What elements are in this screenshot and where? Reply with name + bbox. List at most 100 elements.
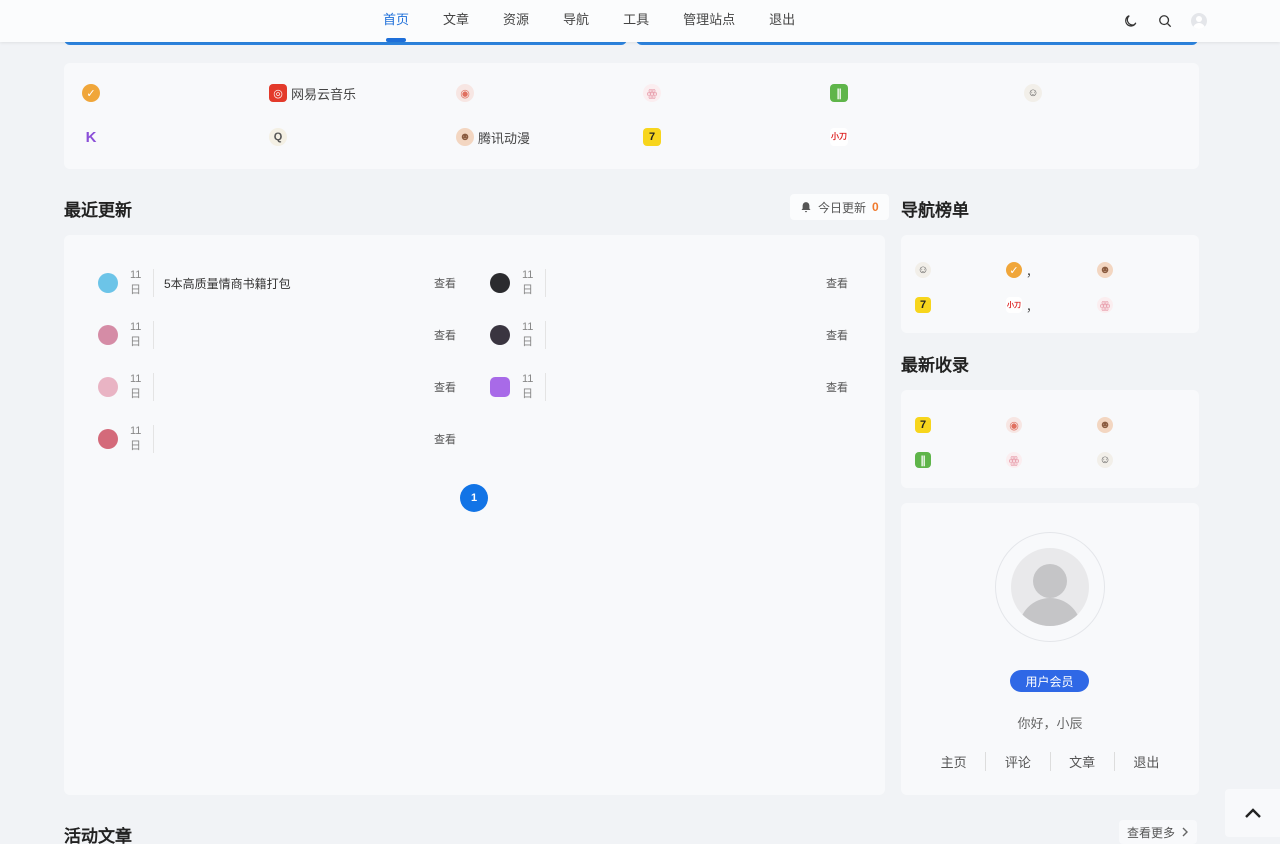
quick-link[interactable]: ꙮ (643, 83, 665, 103)
quick-link[interactable]: ✓ (82, 83, 104, 103)
update-title[interactable]: 5本高质量情商书籍打包 (164, 275, 434, 292)
back-to-top-button[interactable] (1225, 789, 1280, 837)
update-row[interactable]: 11日 查看 (98, 373, 456, 401)
update-thumb (98, 325, 118, 345)
monkey-icon[interactable]: ☻ (1097, 417, 1113, 433)
xiaodao-icon[interactable]: 小刀 (1006, 297, 1022, 313)
update-row[interactable]: 11日 查看 (98, 321, 456, 349)
view-link[interactable]: 查看 (826, 379, 848, 395)
nav-admin-site[interactable]: 管理站点 (671, 0, 747, 42)
character-icon[interactable]: ☺ (915, 262, 931, 278)
update-date: 11日 (522, 269, 546, 297)
view-link[interactable]: 查看 (434, 327, 456, 343)
chevron-up-icon (1244, 808, 1261, 818)
chevron-right-icon (1182, 827, 1189, 837)
character-icon[interactable]: ☺ (1097, 452, 1113, 468)
user-link-logout[interactable]: 退出 (1115, 752, 1178, 771)
seven-icon[interactable]: 7 (915, 417, 931, 433)
quick-link[interactable]: ∥ (830, 83, 852, 103)
user-avatar-icon (1011, 548, 1089, 626)
user-link-comments[interactable]: 评论 (986, 752, 1051, 771)
update-row[interactable]: 11日 查看 (490, 269, 848, 297)
seven-icon[interactable]: 7 (915, 297, 931, 313)
update-date: 11日 (130, 425, 154, 453)
crown-q-icon: Q (269, 128, 287, 146)
active-articles-title: 活动文章 (64, 827, 132, 844)
update-row[interactable]: 11日 查看 (490, 321, 848, 349)
orange-badge-icon: ✓ (82, 84, 100, 102)
recent-title: 最近更新 (64, 201, 132, 220)
view-more-label: 查看更多 (1127, 825, 1176, 840)
orange-badge-icon[interactable]: ✓ (1006, 262, 1022, 278)
monkey-icon[interactable]: ☻ (1097, 262, 1113, 278)
today-updates-label: 今日更新 (818, 200, 867, 215)
pig-icon[interactable]: ꙮ (1097, 297, 1113, 313)
member-button[interactable]: 用户会员 (1010, 670, 1089, 692)
view-link[interactable]: 查看 (826, 327, 848, 343)
quick-link[interactable]: ☺ (1024, 83, 1046, 103)
view-link[interactable]: 查看 (826, 275, 848, 291)
user-links: 主页 评论 文章 退出 (922, 752, 1178, 771)
quick-link-label: 腾讯动漫 (478, 130, 531, 146)
recent-updates-card (64, 235, 885, 795)
update-thumb (490, 273, 510, 293)
search-icon[interactable] (1154, 10, 1176, 32)
update-thumb (98, 273, 118, 293)
quick-link[interactable]: 7 (643, 127, 665, 147)
nav-logout[interactable]: 退出 (757, 0, 807, 42)
netease-music-icon: ◎ (269, 84, 287, 102)
main-nav: 首页 文章 资源 导航 工具 管理站点 退出 (366, 0, 812, 42)
quick-links-card (64, 63, 1199, 169)
nav-tools[interactable]: 工具 (611, 0, 661, 42)
update-thumb (490, 325, 510, 345)
view-link[interactable]: 查看 (434, 431, 456, 447)
quick-link[interactable]: K (82, 127, 104, 147)
green-leaf-icon: ∥ (830, 84, 848, 102)
update-thumb (490, 377, 510, 397)
update-date: 11日 (522, 321, 546, 349)
user-link-home[interactable]: 主页 (922, 752, 987, 771)
update-thumb (98, 429, 118, 449)
latest-title: 最新收录 (901, 356, 969, 375)
profile-avatar[interactable] (995, 532, 1105, 642)
nav-navigation[interactable]: 导航 (551, 0, 601, 42)
nav-rank-title: 导航榜单 (901, 201, 969, 220)
today-updates-chip[interactable]: 今日更新 0 (790, 194, 889, 220)
green-leaf-icon[interactable]: ∥ (915, 452, 931, 468)
update-row[interactable]: 11日 5本高质量情商书籍打包 查看 (98, 269, 456, 297)
update-row[interactable]: 11日 查看 (98, 425, 456, 453)
moon-icon[interactable] (1120, 10, 1142, 32)
nav-rank-card (901, 235, 1199, 333)
header-tools (1120, 10, 1210, 32)
top-navbar: 首页 文章 资源 导航 工具 管理站点 退出 (0, 0, 1280, 42)
quick-link[interactable]: ☻ 腾讯动漫 (456, 127, 530, 147)
quick-link[interactable]: 小刀 (830, 127, 852, 147)
nav-home[interactable]: 首页 (371, 0, 421, 42)
quick-link[interactable]: ◎ 网易云音乐 (269, 83, 356, 103)
xiaodao-icon: 小刀 (830, 128, 848, 146)
quick-link[interactable]: ◉ (456, 83, 478, 103)
user-avatar[interactable] (1188, 10, 1210, 32)
pig-icon[interactable]: ꙮ (1006, 452, 1022, 468)
nav-articles[interactable]: 文章 (431, 0, 481, 42)
nav-resources[interactable]: 资源 (491, 0, 541, 42)
quick-link[interactable]: Q (269, 127, 291, 147)
target-icon[interactable]: ◉ (1006, 417, 1022, 433)
update-date: 11日 (522, 373, 546, 401)
pagination-page-1[interactable]: 1 (460, 484, 488, 512)
monkey-icon: ☻ (456, 128, 474, 146)
view-link[interactable]: 查看 (434, 275, 456, 291)
greeting-text: 你好，小辰 (1017, 716, 1083, 731)
view-link[interactable]: 查看 (434, 379, 456, 395)
user-link-articles[interactable]: 文章 (1051, 752, 1115, 771)
update-date: 11日 (130, 321, 154, 349)
view-more-button[interactable]: 查看更多 (1119, 820, 1198, 844)
update-row[interactable]: 11日 查看 (490, 373, 848, 401)
update-date: 11日 (130, 269, 154, 297)
update-date: 11日 (130, 373, 154, 401)
rank-label: ， (1026, 265, 1039, 279)
quick-link-label: 网易云音乐 (291, 86, 357, 102)
rank-label: ， (1026, 300, 1039, 314)
target-icon: ◉ (456, 84, 474, 102)
update-thumb (98, 377, 118, 397)
